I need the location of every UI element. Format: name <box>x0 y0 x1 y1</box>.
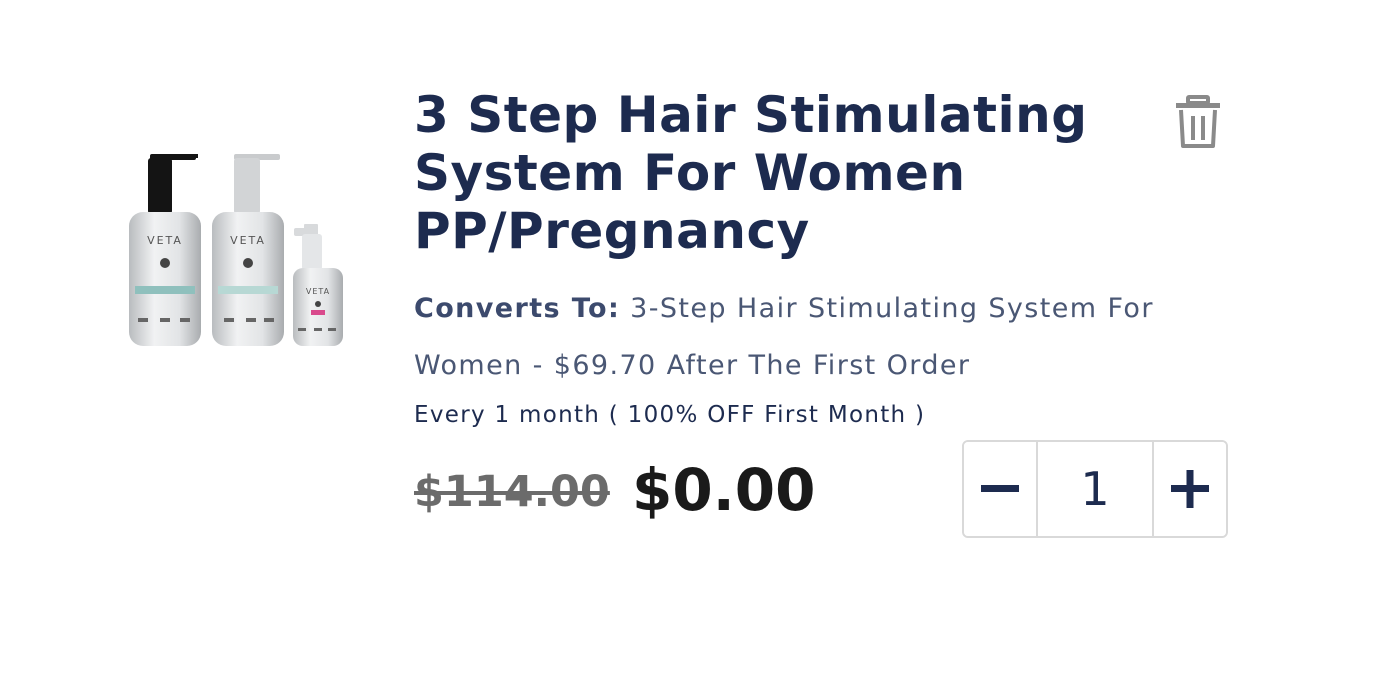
current-price: $0.00 <box>632 456 816 524</box>
delete-item-button[interactable] <box>1172 94 1224 150</box>
subscription-conversion-note: Converts To: 3-Step Hair Stimulating Sys… <box>414 280 1214 394</box>
conditioner-bottle: VETA <box>212 154 284 346</box>
cart-item: VETA VETA VETA 3 Step Hair Stimulating S… <box>0 0 1400 700</box>
original-price: $114.00 <box>414 467 610 517</box>
minus-icon <box>981 485 1019 492</box>
bottle-brand-label: VETA <box>230 234 266 247</box>
billing-frequency: Every 1 month ( 100% OFF First Month ) <box>414 402 926 428</box>
quantity-value[interactable]: 1 <box>1036 442 1154 536</box>
increase-quantity-button[interactable] <box>1154 442 1226 536</box>
bottle-brand-label: VETA <box>306 287 330 296</box>
shampoo-bottle: VETA <box>129 154 201 346</box>
product-image[interactable]: VETA VETA VETA <box>118 146 358 356</box>
decrease-quantity-button[interactable] <box>964 442 1036 536</box>
trash-icon <box>1176 95 1220 148</box>
quantity-stepper: 1 <box>962 440 1228 538</box>
product-title[interactable]: 3 Step Hair Stimulating System For Women… <box>414 86 1154 260</box>
bottle-brand-label: VETA <box>147 234 183 247</box>
plus-icon <box>1171 470 1209 508</box>
converts-label: Converts To: <box>414 293 621 324</box>
serum-bottle: VETA <box>293 224 343 346</box>
